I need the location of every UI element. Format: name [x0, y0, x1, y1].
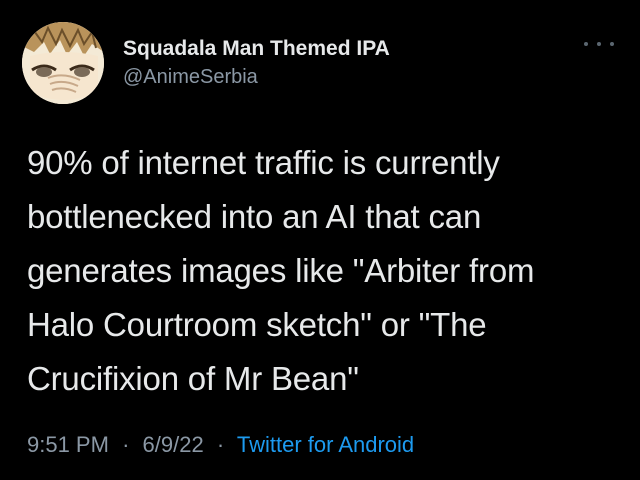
meta-separator: · — [216, 432, 225, 457]
tweet-text-line: Crucifixion of Mr Bean" — [27, 360, 359, 397]
more-dot — [610, 42, 614, 46]
display-name[interactable]: Squadala Man Themed IPA — [123, 36, 390, 62]
tweet-source-link[interactable]: Twitter for Android — [237, 432, 414, 457]
tweet-meta: 9:51 PM · 6/9/22 · Twitter for Android — [27, 430, 414, 460]
tweet-date[interactable]: 6/9/22 — [143, 432, 204, 457]
more-dot — [584, 42, 588, 46]
tweet-text-line: bottlenecked into an AI that can — [27, 198, 482, 235]
tweet-text: 90% of internet traffic is currently bot… — [27, 136, 617, 406]
author-block: Squadala Man Themed IPA @AnimeSerbia — [123, 36, 390, 90]
tweet-text-line: generates images like "Arbiter from — [27, 252, 535, 289]
avatar[interactable] — [22, 22, 104, 104]
tweet-text-line: 90% of internet traffic is currently — [27, 144, 500, 181]
more-dot — [597, 42, 601, 46]
tweet-time[interactable]: 9:51 PM — [27, 432, 109, 457]
tweet-card: Squadala Man Themed IPA @AnimeSerbia 90%… — [0, 0, 640, 480]
tweet-text-line: Halo Courtroom sketch" or "The — [27, 306, 487, 343]
more-options-icon[interactable] — [584, 36, 614, 52]
meta-separator: · — [122, 432, 130, 457]
user-handle[interactable]: @AnimeSerbia — [123, 64, 390, 90]
avatar-image — [22, 22, 104, 104]
